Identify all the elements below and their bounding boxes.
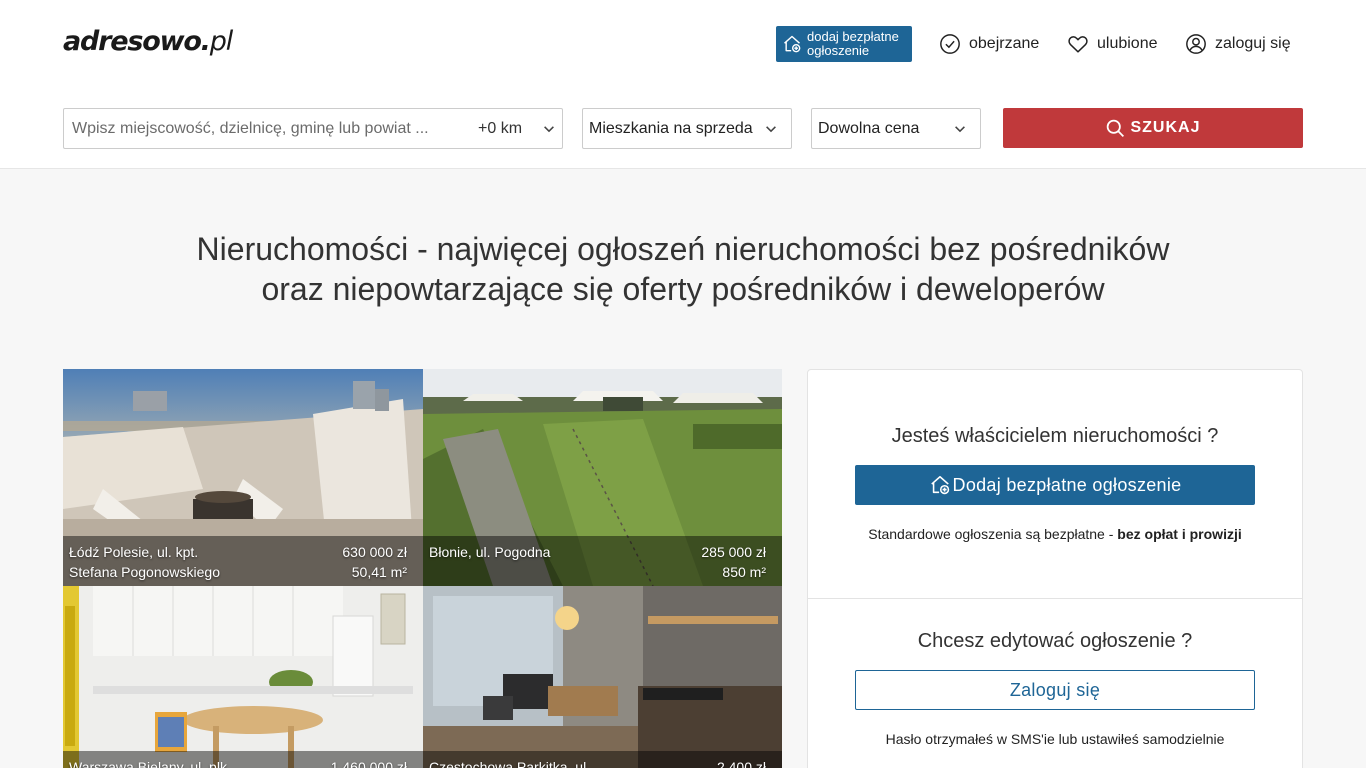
- add-free-listing-label: Dodaj bezpłatne ogłoszenie: [952, 474, 1182, 495]
- price-select[interactable]: Dowolna cena: [811, 108, 981, 149]
- check-circle-icon: [940, 34, 960, 54]
- add-listing-button[interactable]: dodaj bezpłatne ogłoszenie: [776, 26, 912, 62]
- listing-photo-kitchen: [63, 586, 423, 768]
- price-value: Dowolna cena: [818, 119, 920, 137]
- user-circle-icon: [1186, 34, 1206, 54]
- property-type-value: Mieszkania na sprzeda: [589, 119, 753, 137]
- login-note: Hasło otrzymałeś w SMS'ie lub ustawiłeś …: [885, 731, 1225, 747]
- add-free-listing-button[interactable]: Dodaj bezpłatne ogłoszenie: [855, 465, 1255, 505]
- nav-viewed-label: obejrzane: [969, 35, 1040, 52]
- listing-caption: Warszawa Bielany, ul. plk 1 460 000 zł: [63, 751, 423, 768]
- add-listing-line1: dodaj bezpłatne: [807, 29, 899, 44]
- listing-area: 850 m²: [722, 564, 766, 580]
- add-listing-line2: ogłoszenie: [807, 43, 870, 58]
- listing-location: Warszawa Bielany, ul. plk: [69, 759, 227, 768]
- site-header: adresowo.pl dodaj bezpłatne ogłoszenie ob…: [0, 0, 1366, 169]
- free-listing-note: Standardowe ogłoszenia są bezpłatne - be…: [808, 526, 1302, 542]
- chevron-down-icon: [544, 125, 554, 132]
- heart-icon: [1068, 36, 1088, 53]
- listing-tile[interactable]: Łódź Polesie, ul. kpt. Stefana Pogonowski…: [63, 369, 423, 586]
- edit-question: Chcesz edytować ogłoszenie ?: [917, 630, 1193, 652]
- logo-tld: pl: [209, 26, 233, 57]
- login-button-label: Zaloguj się: [1009, 679, 1101, 700]
- listing-tile[interactable]: Warszawa Bielany, ul. plk 1 460 000 zł: [63, 586, 423, 768]
- search-icon: [1107, 119, 1125, 137]
- site-logo[interactable]: adresowo.pl: [63, 26, 233, 57]
- listing-price: 630 000 zł: [342, 544, 407, 560]
- chevron-down-icon: [955, 125, 965, 132]
- owner-question: Jesteś właścicielem nieruchomości ?: [891, 425, 1219, 447]
- search-button-label: SZUKAJ: [1130, 119, 1201, 136]
- listing-caption: Łódź Polesie, ul. kpt. Stefana Pogonowski…: [63, 536, 423, 586]
- listing-tile[interactable]: Błonie, ul. Pogodna 285 000 zł 850 m²: [423, 369, 782, 586]
- free-listing-note-bold: bez opłat i prowizji: [1117, 526, 1242, 542]
- house-plus-icon: [930, 475, 949, 495]
- radius-value: +0 km: [478, 119, 523, 137]
- listing-location: Częstochowa Parkitka, ul.: [429, 759, 591, 768]
- nav-favorites-label: ulubione: [1097, 35, 1158, 52]
- listing-caption: Błonie, ul. Pogodna 285 000 zł 850 m²: [423, 536, 782, 586]
- listing-location: Błonie, ul. Pogodna: [429, 544, 551, 560]
- listing-photo-living-room: [423, 586, 782, 768]
- property-type-select[interactable]: Mieszkania na sprzeda: [582, 108, 792, 149]
- panel-divider: [808, 598, 1302, 599]
- listing-price: 2 400 zł: [716, 759, 766, 768]
- listing-tile[interactable]: Częstochowa Parkitka, ul. 2 400 zł: [423, 586, 782, 768]
- logo-main: adresowo.: [63, 26, 211, 57]
- listing-caption: Częstochowa Parkitka, ul. 2 400 zł: [423, 751, 782, 768]
- login-button[interactable]: Zaloguj się: [855, 670, 1255, 710]
- nav-login[interactable]: zaloguj się: [1185, 30, 1291, 58]
- nav-viewed[interactable]: obejrzane: [939, 30, 1039, 58]
- listing-price: 1 460 000 zł: [330, 759, 407, 768]
- house-plus-icon: [784, 35, 801, 53]
- nav-favorites[interactable]: ulubione: [1067, 30, 1158, 58]
- free-listing-note-text: Standardowe ogłoszenia są bezpłatne -: [868, 526, 1118, 542]
- headline-line1: Nieruchomości - najwięcej ogłoszeń nieru…: [196, 231, 1170, 267]
- listing-location: Łódź Polesie, ul. kpt.: [69, 544, 199, 560]
- owner-panel: Jesteś właścicielem nieruchomości ? Doda…: [807, 369, 1303, 768]
- location-search: +0 km: [63, 108, 563, 149]
- listing-area: 50,41 m²: [351, 564, 407, 580]
- radius-select[interactable]: +0 km: [478, 109, 556, 148]
- location-search-input[interactable]: [64, 109, 464, 148]
- chevron-down-icon: [766, 125, 776, 132]
- listing-location-2: Stefana Pogonowskiego: [69, 564, 220, 580]
- page-headline: Nieruchomości - najwięcej ogłoszeń nieru…: [0, 229, 1366, 309]
- search-button[interactable]: SZUKAJ: [1003, 108, 1303, 148]
- headline-line2: oraz niepowtarzające się oferty pośredni…: [261, 271, 1105, 307]
- listing-price: 285 000 zł: [701, 544, 766, 560]
- nav-login-label: zaloguj się: [1215, 35, 1291, 52]
